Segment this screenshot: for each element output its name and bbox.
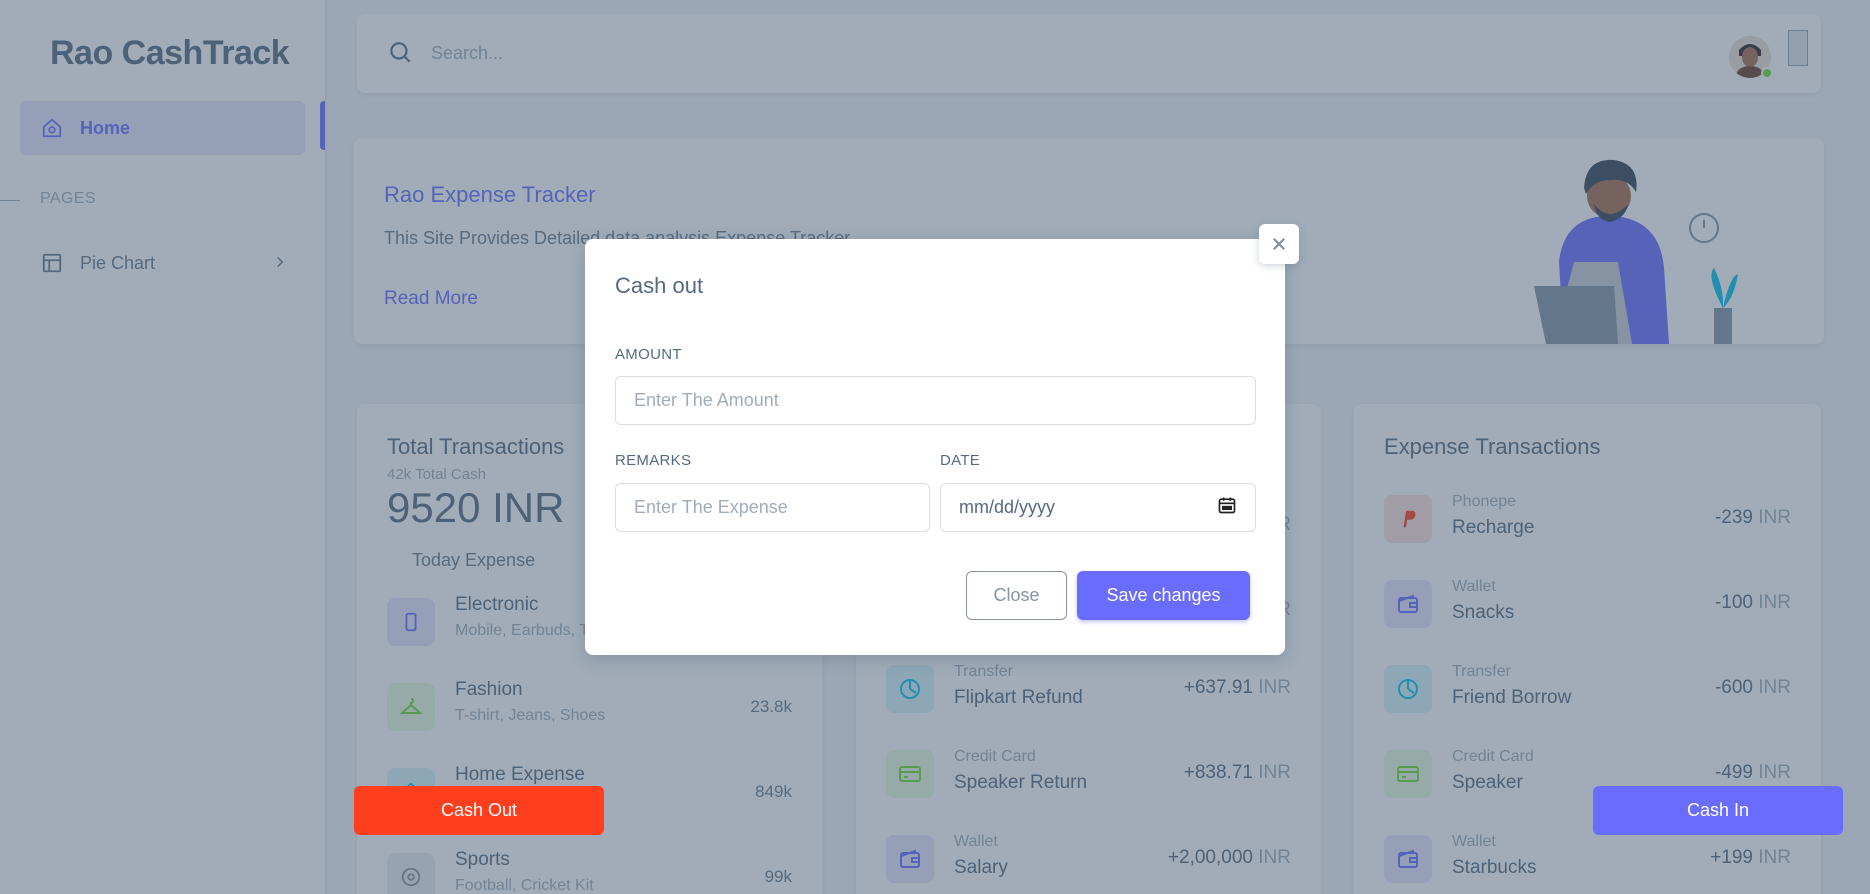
cash-out-button[interactable]: Cash Out [354, 786, 604, 835]
date-input[interactable]: mm/dd/yyyy [940, 483, 1256, 532]
date-label: DATE [940, 452, 981, 469]
cash-in-button[interactable]: Cash In [1593, 786, 1843, 835]
date-placeholder: mm/dd/yyyy [959, 497, 1056, 517]
close-button[interactable]: Close [966, 571, 1067, 620]
amount-input[interactable] [615, 376, 1256, 425]
close-icon[interactable] [1259, 224, 1299, 264]
remarks-input[interactable] [615, 483, 930, 532]
calendar-icon[interactable] [1217, 495, 1237, 520]
save-changes-button[interactable]: Save changes [1077, 571, 1250, 620]
remarks-label: REMARKS [615, 452, 692, 469]
amount-label: AMOUNT [615, 346, 682, 363]
cash-out-modal: Cash out AMOUNT REMARKS DATE mm/dd/yyyy … [585, 239, 1285, 655]
modal-title: Cash out [615, 273, 704, 298]
